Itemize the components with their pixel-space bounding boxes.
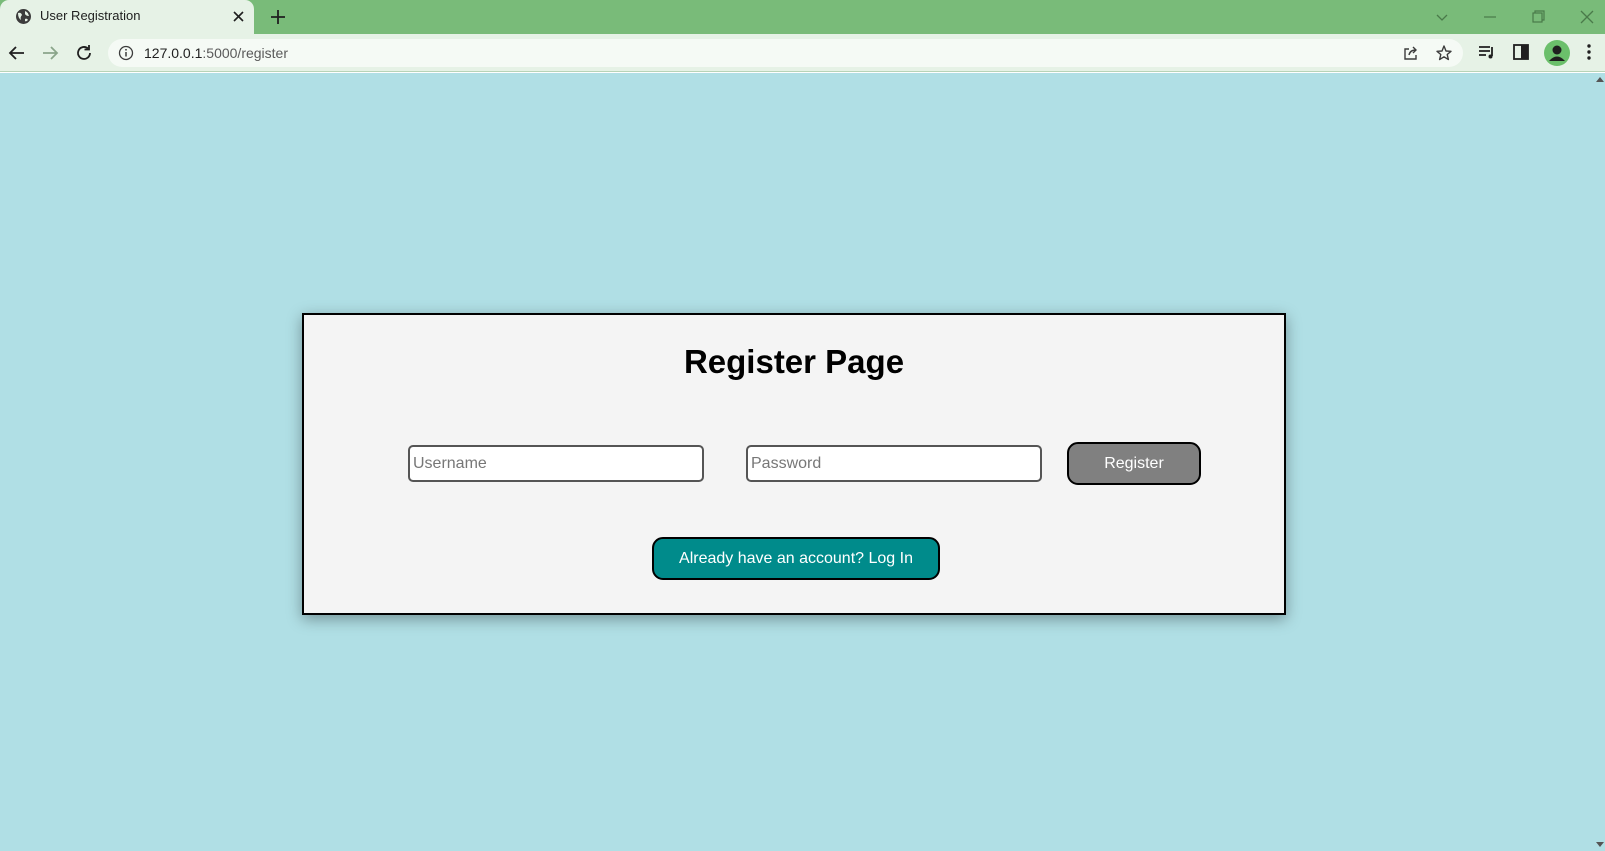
url-text[interactable]: 127.0.0.1:5000/register bbox=[144, 45, 288, 61]
register-card: Register Page Register Already have an a… bbox=[302, 313, 1286, 615]
url-path: :5000/register bbox=[202, 45, 288, 61]
forward-arrow-icon[interactable] bbox=[39, 42, 61, 64]
window-close-icon[interactable] bbox=[1575, 5, 1599, 29]
close-icon[interactable] bbox=[231, 9, 246, 24]
scroll-down-arrow-icon[interactable] bbox=[1596, 842, 1604, 848]
back-arrow-icon[interactable] bbox=[6, 42, 28, 64]
media-queue-icon[interactable] bbox=[1477, 42, 1497, 62]
star-icon[interactable] bbox=[1435, 44, 1453, 62]
reload-icon[interactable] bbox=[73, 42, 95, 64]
password-input[interactable] bbox=[746, 445, 1042, 482]
page-title: Register Page bbox=[683, 343, 905, 380]
tab-strip: User Registration bbox=[0, 0, 1605, 34]
login-link-button[interactable]: Already have an account? Log In bbox=[652, 537, 940, 580]
person-icon bbox=[1549, 45, 1565, 61]
scroll-up-arrow-icon[interactable] bbox=[1596, 76, 1604, 82]
kebab-menu-icon[interactable] bbox=[1579, 42, 1599, 62]
browser-tab[interactable]: User Registration bbox=[0, 0, 254, 34]
profile-avatar-icon[interactable] bbox=[1544, 40, 1570, 66]
tab-title: User Registration bbox=[40, 8, 141, 23]
vertical-scrollbar[interactable] bbox=[1594, 73, 1605, 851]
globe-icon bbox=[16, 9, 31, 24]
tab-search-chevron-icon[interactable] bbox=[1430, 5, 1454, 29]
restore-icon[interactable] bbox=[1526, 5, 1550, 29]
page-viewport: Register Page Register Already have an a… bbox=[0, 73, 1605, 851]
url-host: 127.0.0.1 bbox=[144, 45, 203, 61]
side-panel-icon[interactable] bbox=[1511, 42, 1531, 62]
plus-icon[interactable] bbox=[268, 7, 288, 27]
info-icon[interactable] bbox=[118, 45, 134, 61]
browser-toolbar: 127.0.0.1:5000/register bbox=[0, 34, 1605, 72]
share-icon[interactable] bbox=[1402, 44, 1420, 62]
username-input[interactable] bbox=[408, 445, 704, 482]
minimize-icon[interactable] bbox=[1478, 5, 1502, 29]
register-button[interactable]: Register bbox=[1067, 442, 1201, 485]
address-bar[interactable]: 127.0.0.1:5000/register bbox=[108, 39, 1463, 67]
